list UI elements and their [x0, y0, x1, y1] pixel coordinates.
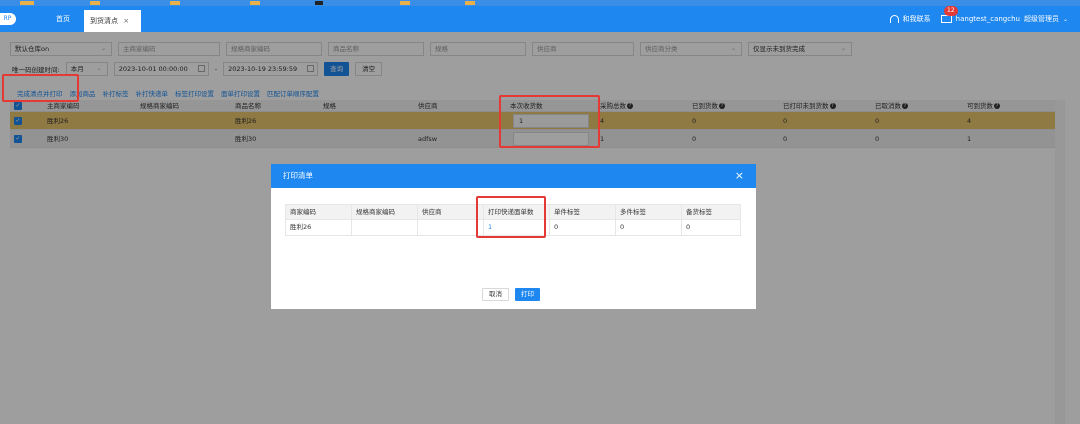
contact-link[interactable]: 和我联系 — [903, 14, 931, 24]
header-user-area: 和我联系 hangtest_cangchu 超级管理员 ⌄ — [889, 12, 1068, 26]
close-icon[interactable]: × — [735, 164, 744, 188]
notification-badge: 12 — [944, 6, 958, 16]
tab-arrival-check[interactable]: 到货清点 × — [84, 10, 141, 32]
cell-multi-label: 0 — [616, 220, 682, 235]
cell-single-label: 0 — [550, 220, 616, 235]
dialog-title: 打印清单 — [283, 171, 313, 180]
username[interactable]: hangtest_cangchu — [956, 15, 1020, 23]
col-waybill-count: 打印快递面单数 — [484, 205, 550, 219]
print-list-table: 商家编码 规格商家编码 供应商 打印快递面单数 单件标签 多件标签 备货标签 胜… — [285, 204, 741, 236]
cell-spec-merchant-code — [352, 220, 418, 235]
tab-home[interactable]: 首页 — [56, 14, 70, 24]
col-merchant-code: 商家编码 — [286, 205, 352, 219]
cell-supplier — [418, 220, 484, 235]
cell-merchant-code: 胜利26 — [286, 220, 352, 235]
dialog-title-bar: 打印清单 × — [271, 164, 756, 188]
col-spec-merchant-code: 规格商家编码 — [352, 205, 418, 219]
app-header: RP 首页 到货清点 × 和我联系 hangtest_cangchu 超级管理员… — [0, 6, 1080, 32]
tab-arrival-check-label: 到货清点 — [90, 17, 118, 25]
print-list-dialog: 打印清单 × 商家编码 规格商家编码 供应商 打印快递面单数 单件标签 多件标签… — [271, 164, 756, 309]
app-logo: RP — [0, 13, 16, 25]
chevron-down-icon[interactable]: ⌄ — [1063, 16, 1068, 23]
col-supplier: 供应商 — [418, 205, 484, 219]
print-list-row: 胜利26 1 0 0 0 — [285, 220, 741, 236]
col-multi-label: 多件标签 — [616, 205, 682, 219]
cell-waybill-count[interactable]: 1 — [484, 220, 550, 235]
print-button[interactable]: 打印 — [515, 288, 540, 301]
col-stock-label: 备货标签 — [686, 208, 712, 216]
dialog-buttons: 取消 打印 — [482, 288, 540, 301]
col-single-label: 单件标签 — [550, 205, 616, 219]
user-role[interactable]: 超级管理员 — [1024, 14, 1059, 24]
headset-icon[interactable] — [889, 15, 899, 23]
tab-close-icon[interactable]: × — [123, 17, 129, 25]
print-list-header-row: 商家编码 规格商家编码 供应商 打印快递面单数 单件标签 多件标签 备货标签 — [285, 204, 741, 220]
mail-icon[interactable] — [940, 15, 952, 23]
cancel-button[interactable]: 取消 — [482, 288, 509, 301]
cell-stock-label: 0 — [686, 223, 691, 231]
